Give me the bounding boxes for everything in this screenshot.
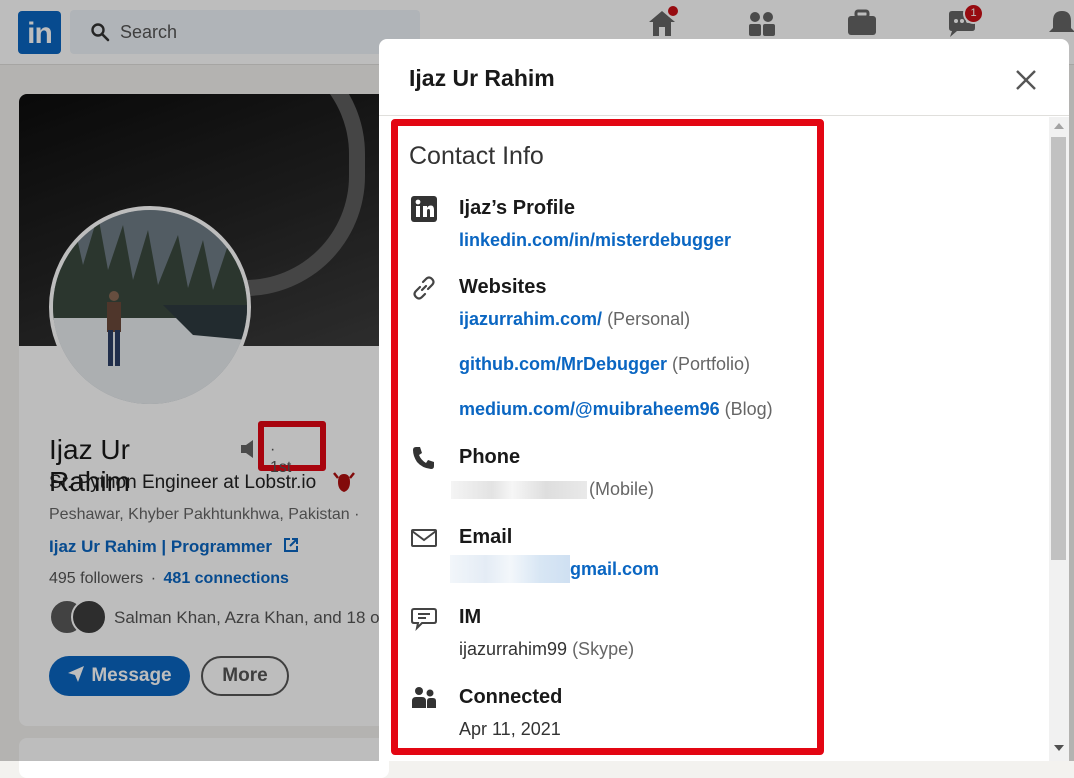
- phone-heading: Phone: [459, 446, 521, 468]
- im-value: ijazurrahim99 (Skype): [459, 639, 634, 660]
- redacted-phone-number: [451, 481, 587, 499]
- website-type: (Personal): [607, 309, 691, 329]
- website-url: ijazurrahim.com/: [459, 309, 603, 329]
- linkedin-icon: [411, 196, 437, 222]
- website-url: github.com/MrDebugger: [459, 354, 667, 374]
- email-heading: Email: [459, 526, 513, 548]
- website-link[interactable]: github.com/MrDebugger (Portfolio): [459, 354, 750, 375]
- contact-info-dialog: Ijaz Ur Rahim Contact Info Ijaz’s Profil…: [379, 39, 1069, 761]
- scroll-up-arrow-icon[interactable]: [1054, 123, 1064, 129]
- website-url: medium.com/@muibraheem96: [459, 399, 720, 419]
- email-link[interactable]: gmail.com: [570, 559, 659, 580]
- connected-date: Apr 11, 2021: [459, 719, 561, 739]
- envelope-icon: [411, 529, 437, 547]
- im-handle: ijazurrahim99: [459, 639, 568, 659]
- im-heading: IM: [459, 606, 482, 628]
- phone-type: (Mobile): [589, 479, 655, 499]
- im-service: (Skype): [572, 639, 635, 659]
- people-icon: [412, 687, 436, 708]
- redacted-email-user: [450, 555, 570, 583]
- close-icon[interactable]: [1011, 65, 1041, 95]
- scroll-down-arrow-icon[interactable]: [1054, 745, 1064, 751]
- profile-heading: Ijaz’s Profile: [459, 197, 575, 219]
- scrollbar-thumb[interactable]: [1051, 137, 1066, 560]
- websites-heading: Websites: [459, 276, 547, 298]
- connected-heading: Connected: [459, 686, 563, 708]
- website-link[interactable]: medium.com/@muibraheem96 (Blog): [459, 399, 773, 420]
- contact-info-heading: Contact Info: [409, 142, 544, 170]
- link-icon: [413, 276, 435, 300]
- dialog-title: Ijaz Ur Rahim: [409, 65, 555, 91]
- website-type: (Portfolio): [672, 354, 751, 374]
- website-type: (Blog): [724, 399, 773, 419]
- chat-bubble-icon: [411, 608, 437, 632]
- website-link[interactable]: ijazurrahim.com/ (Personal): [459, 309, 690, 330]
- dialog-divider: [379, 115, 1069, 116]
- phone-icon: [413, 447, 434, 469]
- profile-url-link[interactable]: linkedin.com/in/misterdebugger: [459, 230, 731, 251]
